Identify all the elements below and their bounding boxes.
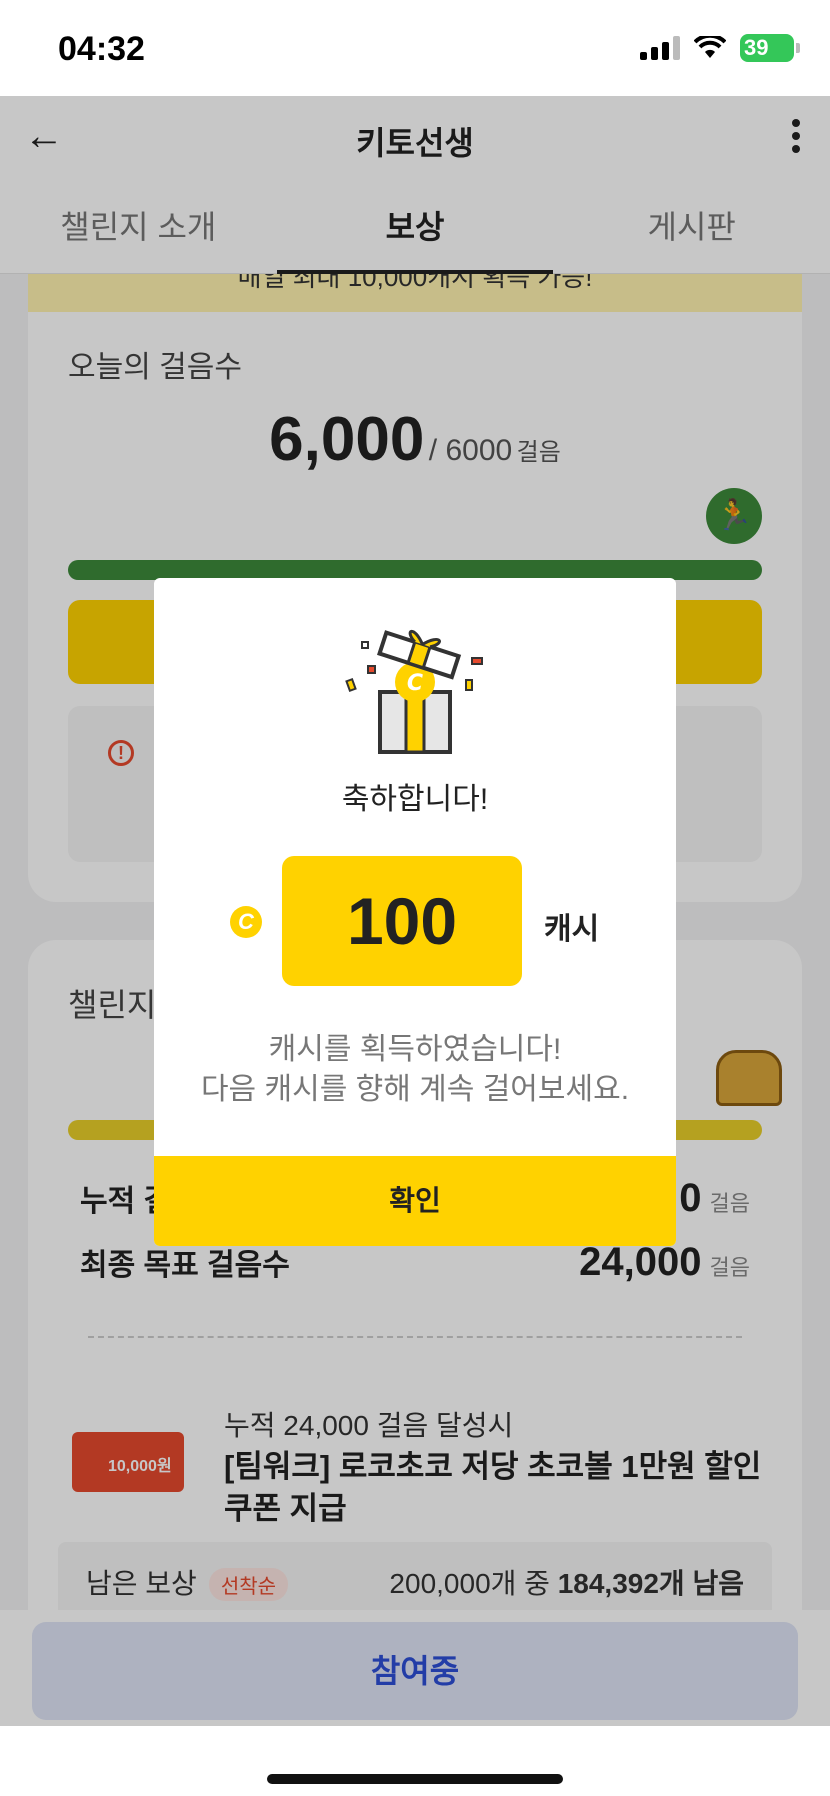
wifi-icon [694,36,726,58]
reward-message-line1: 캐시를 획득하였습니다! [268,1033,562,1066]
status-icons: 39 [640,34,800,62]
battery-icon: 39 [740,34,800,62]
cash-amount: 100 [282,856,522,986]
cellular-signal-icon [640,36,680,60]
home-indicator-area [0,1726,830,1796]
confirm-button[interactable]: 확인 [154,1156,676,1246]
reward-message-line2: 다음 캐시를 향해 계속 걸어보세요. [200,1073,630,1106]
reward-modal: C 축하합니다! C 100 캐시 캐시를 획득하였습니다! 다음 캐시를 향해… [154,578,676,1246]
gift-box-icon: C [345,629,483,754]
cash-reward-row: C 100 캐시 [154,856,676,986]
reward-message: 캐시를 획득하였습니다! 다음 캐시를 향해 계속 걸어보세요. [154,1030,676,1110]
status-bar: 04:32 39 [0,0,830,96]
coin-icon: C [230,906,262,938]
congrats-text: 축하합니다! [341,783,489,816]
status-time: 04:32 [58,30,145,68]
cash-unit: 캐시 [544,913,600,946]
svg-text:C: C [407,671,423,696]
home-indicator[interactable] [267,1774,563,1784]
battery-level: 39 [744,35,769,60]
